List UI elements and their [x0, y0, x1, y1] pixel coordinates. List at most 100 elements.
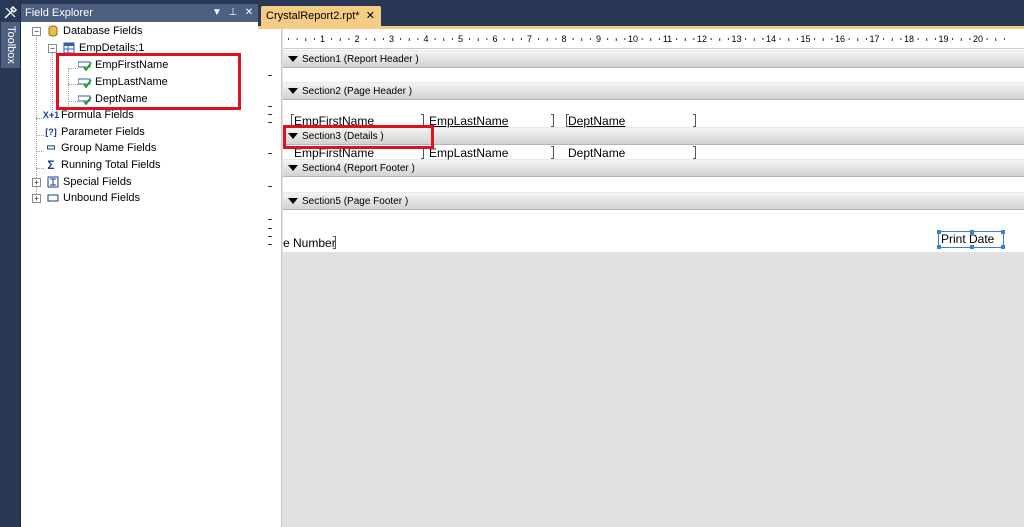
ruler-number: 19 [938, 34, 948, 44]
ruler-tick [451, 38, 453, 40]
ruler-tick [848, 38, 850, 40]
details-field-emp-last-name[interactable]: EmpLastName [429, 145, 554, 161]
ruler-number: 14 [766, 34, 776, 44]
ruler-tick [469, 38, 471, 40]
tree-label: Running Total Fields [61, 159, 161, 171]
collapse-triangle-icon[interactable] [288, 88, 298, 95]
section-page-footer[interactable]: Section5 (Page Footer ) [283, 192, 1024, 210]
ruler-tick [857, 38, 859, 41]
document-area: CrystalReport2.rpt* ✕ 1 2 3 4 5 6 7 8 9 10 11 12 13 1… [258, 0, 1024, 527]
print-date-field[interactable]: Print Date [937, 230, 1005, 249]
section-label: Section5 (Page Footer ) [302, 196, 409, 207]
ruler-tick [615, 38, 617, 41]
tree-item-group-name-fields[interactable]: ▭ Group Name Fields [44, 140, 156, 156]
field-tree: − Database Fields − EmpDetails;1 EmpFirs… [21, 22, 258, 527]
ruler-tick [477, 38, 479, 41]
ruler-tick [374, 38, 376, 41]
ruler-tick [443, 38, 445, 41]
gutter-marker [268, 186, 272, 187]
ruler-tick [753, 38, 755, 41]
gutter-marker [268, 122, 272, 123]
tree-item-parameter-fields[interactable]: [?] Parameter Fields [44, 124, 145, 140]
ruler-number: 2 [354, 34, 359, 44]
collapse-triangle-icon[interactable] [288, 56, 298, 63]
formula-icon: X+1 [42, 110, 60, 120]
dropdown-icon[interactable]: ▼ [212, 4, 222, 22]
tab-crystal-report[interactable]: CrystalReport2.rpt* ✕ [261, 6, 381, 26]
ruler-number: 16 [835, 34, 845, 44]
tab-label: CrystalReport2.rpt* [266, 10, 360, 22]
ruler-number: 8 [561, 34, 566, 44]
ruler-tick [520, 38, 522, 40]
ruler-number: 9 [596, 34, 601, 44]
gutter-marker [268, 114, 272, 115]
ruler-tick [641, 38, 643, 40]
ruler-tick [339, 38, 341, 41]
field-text: EmpLastName [429, 146, 509, 160]
expand-icon[interactable]: + [32, 193, 41, 203]
tree-label: Group Name Fields [61, 142, 157, 154]
field-explorer-titlebar: Field Explorer ▼ ⊥ ✕ [21, 4, 258, 22]
close-icon[interactable]: ✕ [244, 4, 254, 22]
ruler-number: 6 [492, 34, 497, 44]
collapse-triangle-icon[interactable] [288, 198, 298, 205]
ruler-tick [719, 38, 721, 41]
ruler-tick [417, 38, 419, 40]
ruler-tick [934, 38, 936, 40]
close-icon[interactable]: ✕ [366, 6, 375, 26]
collapse-triangle-icon[interactable] [288, 165, 298, 172]
tree-item-database-fields[interactable]: − Database Fields [32, 23, 143, 39]
ruler-tick [865, 38, 867, 40]
field-explorer-panel: Field Explorer ▼ ⊥ ✕ − Database Fields − [21, 4, 258, 527]
section-label: Section2 (Page Header ) [302, 86, 413, 97]
expand-icon[interactable]: + [32, 177, 41, 187]
details-field-dept-name[interactable]: DeptName [568, 145, 696, 161]
collapse-icon[interactable]: − [48, 43, 57, 53]
toolbox-tab[interactable]: Toolbox [1, 22, 20, 68]
ruler-tick [917, 38, 919, 40]
field-text: DeptName [568, 114, 626, 128]
ruler-tick [607, 38, 609, 40]
ruler-tick [891, 38, 893, 41]
ruler-tick [348, 38, 350, 40]
ruler-tick [1003, 38, 1005, 40]
ruler-tick [710, 38, 712, 40]
tree-item-special-fields[interactable]: + Special Fields [32, 174, 131, 190]
ruler-tick [986, 38, 988, 40]
collapse-icon[interactable]: − [32, 26, 41, 36]
section-report-header[interactable]: Section1 (Report Header ) [283, 50, 1024, 68]
gutter-marker [268, 244, 272, 245]
toolbox-strip[interactable]: Toolbox [0, 0, 21, 527]
ruler-tick [434, 38, 436, 40]
field-text: Print Date [941, 232, 995, 246]
gutter-marker [268, 75, 272, 76]
gutter-marker [268, 106, 272, 107]
tree-item-running-total-fields[interactable]: Σ Running Total Fields [44, 157, 160, 173]
ruler-tick [581, 38, 583, 41]
ruler-tick [926, 38, 928, 41]
header-field-emp-last-name[interactable]: EmpLastName [429, 113, 554, 129]
ruler-tick [331, 38, 333, 40]
ruler-number: 15 [800, 34, 810, 44]
tree-label: Parameter Fields [61, 126, 145, 138]
section-label: Section4 (Report Footer ) [302, 163, 415, 174]
special-fields-icon [46, 176, 60, 188]
tree-item-unbound-fields[interactable]: + Unbound Fields [32, 190, 140, 206]
ruler-tick [960, 38, 962, 41]
ruler-tick [589, 38, 591, 40]
pin-icon[interactable]: ⊥ [228, 4, 238, 22]
ruler-number: 3 [389, 34, 394, 44]
ruler-number: 7 [527, 34, 532, 44]
ruler-tick [503, 38, 505, 40]
header-field-dept-name[interactable]: DeptName [566, 113, 696, 129]
ruler-tick [296, 38, 298, 40]
page-number-field[interactable]: e Number [283, 235, 336, 251]
ruler-number: 11 [663, 34, 672, 44]
ruler-number: 4 [423, 34, 428, 44]
section-page-header[interactable]: Section2 (Page Header ) [283, 82, 1024, 100]
section-report-footer[interactable]: Section4 (Report Footer ) [283, 159, 1024, 177]
highlight-box [56, 53, 241, 110]
ruler-tick [900, 38, 902, 40]
ruler-tick [995, 38, 997, 41]
ruler-tick [546, 38, 548, 41]
